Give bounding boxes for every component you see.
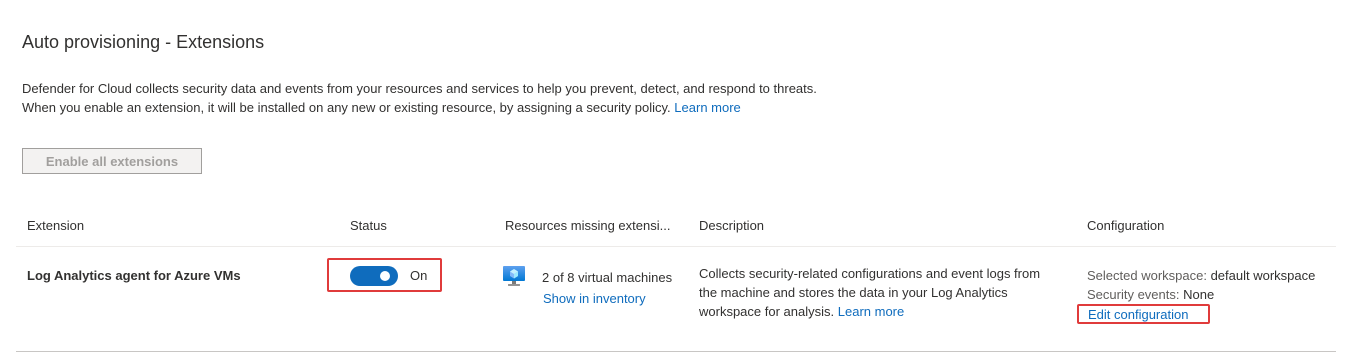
- edit-configuration-highlight: Edit configuration: [1077, 304, 1210, 324]
- column-header-status[interactable]: Status: [350, 218, 387, 233]
- description-line-3-text: workspace for analysis.: [699, 304, 835, 319]
- status-label: On: [410, 268, 428, 283]
- toggle-knob: [380, 271, 390, 281]
- selected-workspace: Selected workspace: default workspace: [1087, 266, 1315, 285]
- workspace-value: default workspace: [1210, 268, 1316, 283]
- extension-description: Collects security-related configurations…: [699, 264, 1079, 321]
- intro-text: Defender for Cloud collects security dat…: [22, 79, 817, 117]
- page-title: Auto provisioning - Extensions: [22, 32, 265, 52]
- column-header-extension[interactable]: Extension: [27, 218, 84, 233]
- intro-line-2-text: When you enable an extension, it will be…: [22, 100, 671, 115]
- virtual-machine-icon: [503, 266, 525, 286]
- extension-name: Log Analytics agent for Azure VMs: [27, 268, 241, 283]
- header-divider: [16, 246, 1336, 247]
- workspace-label: Selected workspace:: [1087, 268, 1207, 283]
- column-header-configuration[interactable]: Configuration: [1087, 218, 1164, 233]
- events-value: None: [1183, 287, 1215, 302]
- column-header-resources[interactable]: Resources missing extensi...: [505, 218, 670, 233]
- description-line-2: the machine and stores the data in your …: [699, 285, 1008, 300]
- intro-line-1: Defender for Cloud collects security dat…: [22, 81, 817, 96]
- description-learn-more-link[interactable]: Learn more: [838, 304, 904, 319]
- status-highlight: On: [327, 258, 442, 292]
- show-in-inventory-link[interactable]: Show in inventory: [543, 289, 646, 308]
- events-label: Security events:: [1087, 287, 1180, 302]
- enable-all-extensions-button[interactable]: Enable all extensions: [22, 148, 202, 174]
- row-divider: [16, 351, 1336, 352]
- intro-line-2: When you enable an extension, it will be…: [22, 98, 817, 117]
- security-events: Security events: None: [1087, 285, 1214, 304]
- column-header-description[interactable]: Description: [699, 218, 764, 233]
- resources-count: 2 of 8 virtual machines: [542, 270, 673, 285]
- edit-configuration-link[interactable]: Edit configuration: [1088, 305, 1188, 324]
- intro-learn-more-link[interactable]: Learn more: [674, 100, 740, 115]
- status-toggle[interactable]: [350, 266, 398, 286]
- description-line-1: Collects security-related configurations…: [699, 266, 1041, 281]
- description-line-3: workspace for analysis. Learn more: [699, 302, 1079, 321]
